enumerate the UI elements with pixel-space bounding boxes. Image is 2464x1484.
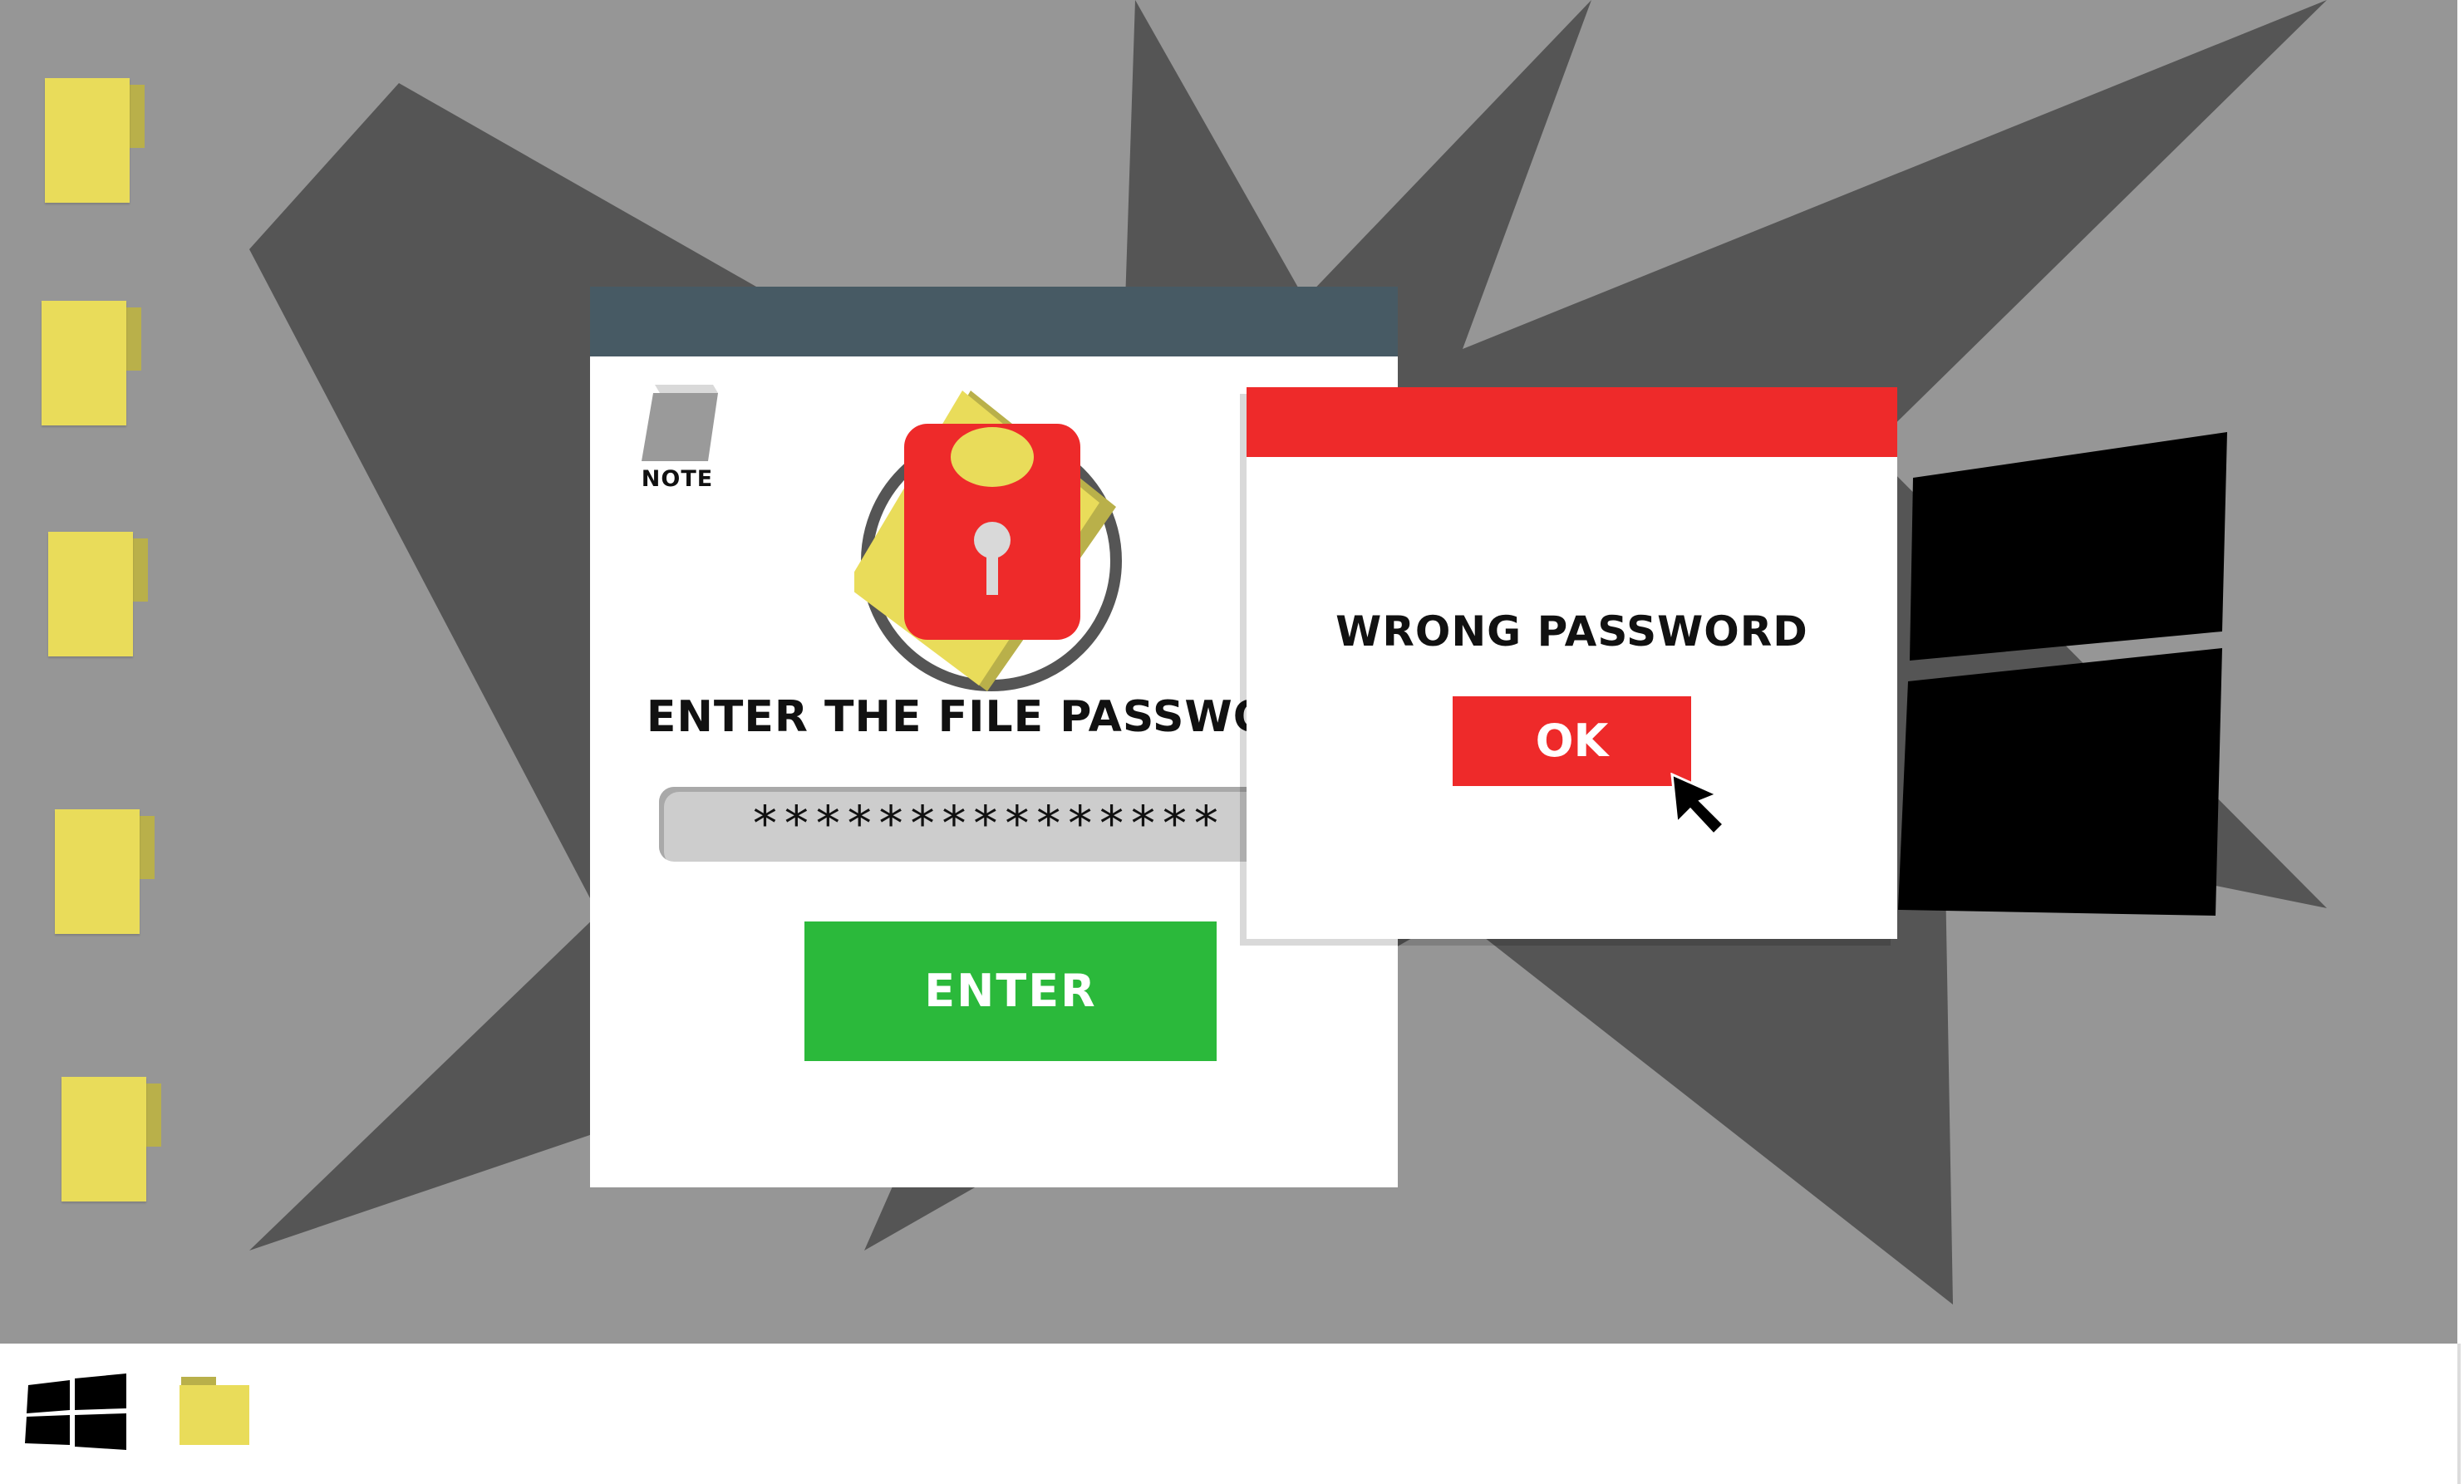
desktop-note-4[interactable] — [55, 809, 155, 941]
mouse-pointer-icon — [1670, 773, 1726, 837]
error-titlebar — [1247, 387, 1897, 457]
window-titlebar — [590, 287, 1398, 356]
desktop-note-3[interactable] — [48, 532, 148, 663]
password-value: *************** — [750, 795, 1223, 852]
error-message: WRONG PASSWORD — [1335, 607, 1808, 656]
taskbar — [0, 1344, 2461, 1484]
error-dialog: WRONG PASSWORD OK — [1247, 387, 1897, 939]
desktop-note-5[interactable] — [61, 1077, 161, 1208]
windows-start-icon[interactable] — [23, 1373, 131, 1452]
note-label: NOTE — [641, 466, 714, 492]
note-shortcut[interactable]: NOTE — [632, 385, 723, 492]
desktop-note-1[interactable] — [45, 78, 145, 209]
windows-logo-icon — [1898, 432, 2227, 916]
note-icon — [642, 385, 718, 461]
enter-button[interactable]: ENTER — [804, 921, 1217, 1061]
desktop-note-2[interactable] — [42, 301, 141, 432]
padlock-icon — [854, 391, 1122, 691]
ok-button[interactable]: OK — [1453, 696, 1691, 786]
folder-icon[interactable] — [180, 1377, 251, 1445]
